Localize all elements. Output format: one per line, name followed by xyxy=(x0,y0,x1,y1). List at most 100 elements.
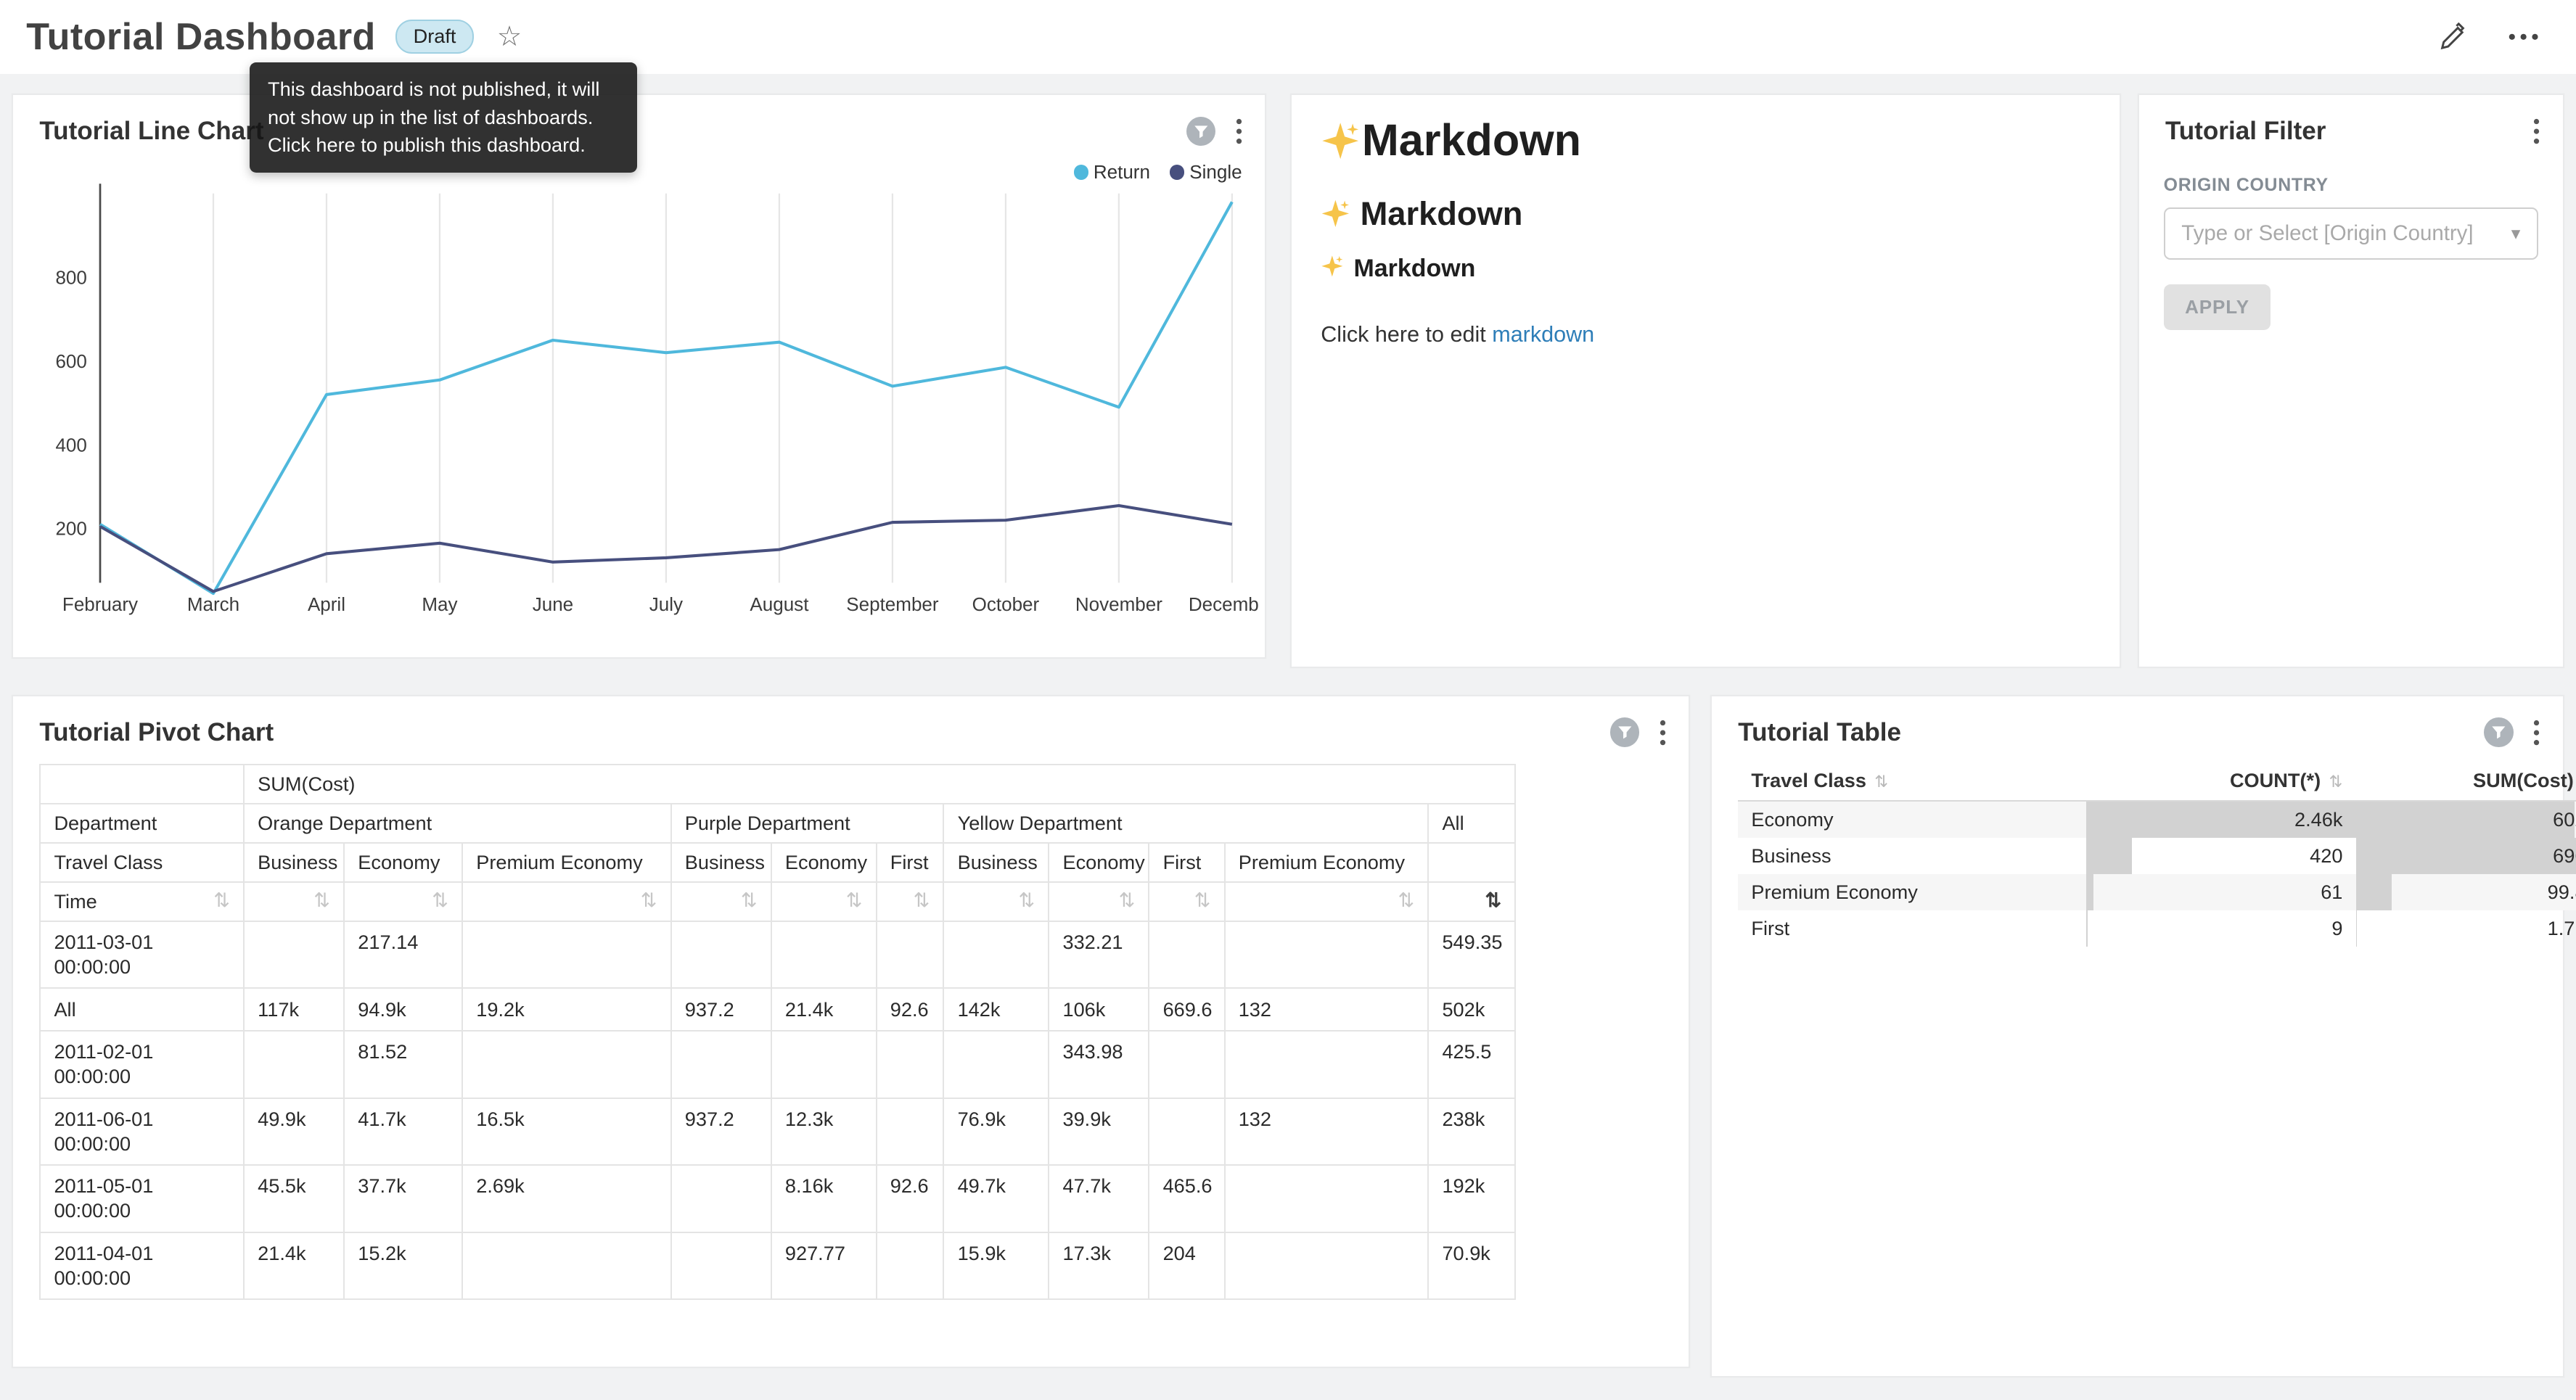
pivot-metric-row: SUM(Cost) xyxy=(40,765,1515,804)
draft-tooltip[interactable]: This dashboard is not published, it will… xyxy=(250,62,637,173)
legend-item-return[interactable]: Return xyxy=(1074,161,1150,184)
x-axis-label: August xyxy=(750,593,810,615)
apply-button[interactable]: APPLY xyxy=(2164,284,2271,330)
pivot-dim-label: Travel Class xyxy=(40,843,244,882)
y-axis-label: 600 xyxy=(56,350,87,372)
col-header-count[interactable]: COUNT(*)⇅ xyxy=(2086,760,2355,801)
pivot-cell xyxy=(771,921,877,989)
pivot-col-header: Premium Economy xyxy=(1225,843,1429,882)
value-bar xyxy=(2086,838,2132,874)
chart-legend: Return Single xyxy=(1074,161,1242,184)
travel-class-cell: Business xyxy=(1738,838,2086,874)
pivot-cell: 217.14 xyxy=(344,921,462,989)
origin-country-select[interactable]: Type or Select [Origin Country] ▾ xyxy=(2164,207,2538,260)
value-bar xyxy=(2086,910,2088,947)
pivot-metric-cell: SUM(Cost) xyxy=(244,765,1515,804)
pivot-sort-cell: ⇅ xyxy=(1049,882,1149,921)
header-actions xyxy=(2438,22,2576,52)
pivot-cell xyxy=(943,921,1049,989)
table-row[interactable]: Premium Economy6199.8k xyxy=(1738,874,2576,910)
draft-status-badge[interactable]: Draft xyxy=(395,20,474,54)
table-header-row: Travel Class⇅COUNT(*)⇅SUM(Cost)⇅ xyxy=(1738,760,2576,801)
dashboard-page: Tutorial Dashboard Draft ☆ This dashboar… xyxy=(0,0,2576,1399)
kebab-menu-icon[interactable] xyxy=(2533,118,2540,144)
pivot-cell: 937.2 xyxy=(671,1098,771,1166)
pivot-group-header: Yellow Department xyxy=(943,804,1428,843)
pivot-cell: 502k xyxy=(1428,988,1515,1031)
col-header-travel-class[interactable]: Travel Class⇅ xyxy=(1738,760,2086,801)
x-axis-label: June xyxy=(533,593,573,615)
pivot-data-row: 2011-06-0100:00:0049.9k41.7k16.5k937.212… xyxy=(40,1098,1515,1166)
sort-icon[interactable]: ⇅ xyxy=(313,889,330,911)
pivot-cell: 238k xyxy=(1428,1098,1515,1166)
cross-filter-icon[interactable] xyxy=(2484,717,2514,747)
pivot-sort-cell: ⇅ xyxy=(1225,882,1429,921)
table-row[interactable]: First91.71k xyxy=(1738,910,2576,947)
pivot-cell: 92.6 xyxy=(877,1165,944,1232)
kebab-menu-icon[interactable] xyxy=(2533,720,2540,746)
pivot-col-header: Business xyxy=(244,843,344,882)
pivot-cell: 425.5 xyxy=(1428,1031,1515,1098)
pivot-sort-cell: ⇅ xyxy=(877,882,944,921)
sort-icon[interactable]: ⇅ xyxy=(1018,889,1035,911)
sort-icon[interactable]: ⇅ xyxy=(2329,773,2342,791)
line-chart-card: Tutorial Line Chart ReturnSingle Februar… xyxy=(13,95,1265,656)
markdown-card: Markdown Markdown Markdown Click here to… xyxy=(1292,95,2120,667)
markdown-h1: Markdown xyxy=(1321,115,2090,165)
x-axis-label: October xyxy=(972,593,1040,615)
pivot-col-header xyxy=(1428,843,1515,882)
x-axis-label: July xyxy=(649,593,683,615)
sparkles-icon xyxy=(1321,255,1344,278)
pivot-cell xyxy=(671,1031,771,1098)
favorite-star-icon[interactable]: ☆ xyxy=(497,20,522,53)
sort-icon[interactable]: ⇅ xyxy=(213,889,230,911)
cross-filter-icon[interactable] xyxy=(1186,117,1216,147)
pivot-chart-title: Tutorial Pivot Chart xyxy=(39,718,274,747)
pivot-cell: 132 xyxy=(1225,988,1429,1031)
value-bar xyxy=(2356,838,2576,874)
sort-icon[interactable]: ⇅ xyxy=(1874,773,1888,791)
pivot-chart-card: Tutorial Pivot Chart SUM(Cost)Department… xyxy=(13,696,1689,1367)
sort-icon[interactable]: ⇅ xyxy=(1119,889,1136,911)
markdown-h3: Markdown xyxy=(1321,255,2090,283)
count-cell: 61 xyxy=(2086,874,2355,910)
pivot-cell: 343.98 xyxy=(1049,1031,1149,1098)
kebab-menu-icon[interactable] xyxy=(1236,118,1242,144)
pivot-cell xyxy=(244,1031,344,1098)
pivot-cell: 927.77 xyxy=(771,1232,877,1300)
table-card: Tutorial Table Travel Class⇅COUNT(*)⇅SUM… xyxy=(1712,696,2563,1376)
line-chart[interactable]: FebruaryMarchAprilMayJuneJulyAugustSepte… xyxy=(13,157,1258,654)
pivot-cell: 76.9k xyxy=(943,1098,1049,1166)
data-table: Travel Class⇅COUNT(*)⇅SUM(Cost)⇅ Economy… xyxy=(1738,760,2576,947)
pivot-sort-cell: ⇅ xyxy=(344,882,462,921)
pivot-data-row: 2011-04-0100:00:0021.4k15.2k927.7715.9k1… xyxy=(40,1232,1515,1300)
pivot-cell xyxy=(671,921,771,989)
sort-icon[interactable]: ⇅ xyxy=(641,889,657,911)
col-header-sum-cost[interactable]: SUM(Cost)⇅ xyxy=(2356,760,2576,801)
sort-icon[interactable]: ⇅ xyxy=(741,889,758,911)
value-bar xyxy=(2356,910,2357,947)
pivot-time-header: Time⇅ xyxy=(40,882,244,921)
pivot-cell: 21.4k xyxy=(244,1232,344,1300)
pivot-sort-row: Time⇅⇅⇅⇅⇅⇅⇅⇅⇅⇅⇅⇅ xyxy=(40,882,1515,921)
pivot-cell: 192k xyxy=(1428,1165,1515,1232)
more-menu-icon[interactable] xyxy=(2507,32,2540,42)
pivot-sort-cell: ⇅ xyxy=(771,882,877,921)
sort-icon[interactable]: ⇅ xyxy=(1194,889,1211,911)
legend-item-single[interactable]: Single xyxy=(1170,161,1242,184)
filter-card: Tutorial Filter ORIGIN COUNTRY Type or S… xyxy=(2139,95,2563,667)
sort-icon[interactable]: ⇅ xyxy=(1485,889,1502,911)
pivot-cell xyxy=(462,921,671,989)
sort-icon[interactable]: ⇅ xyxy=(914,889,930,911)
pivot-cell: 142k xyxy=(943,988,1049,1031)
kebab-menu-icon[interactable] xyxy=(1660,720,1666,746)
table-row[interactable]: Economy2.46k602k xyxy=(1738,801,2576,838)
sort-icon[interactable]: ⇅ xyxy=(1398,889,1414,911)
cross-filter-icon[interactable] xyxy=(1610,717,1640,747)
edit-markdown-link[interactable]: markdown xyxy=(1492,322,1594,347)
pivot-cell: 106k xyxy=(1049,988,1149,1031)
table-row[interactable]: Business420696k xyxy=(1738,838,2576,874)
sort-icon[interactable]: ⇅ xyxy=(846,889,863,911)
edit-dashboard-icon[interactable] xyxy=(2438,22,2468,52)
sort-icon[interactable]: ⇅ xyxy=(432,889,448,911)
